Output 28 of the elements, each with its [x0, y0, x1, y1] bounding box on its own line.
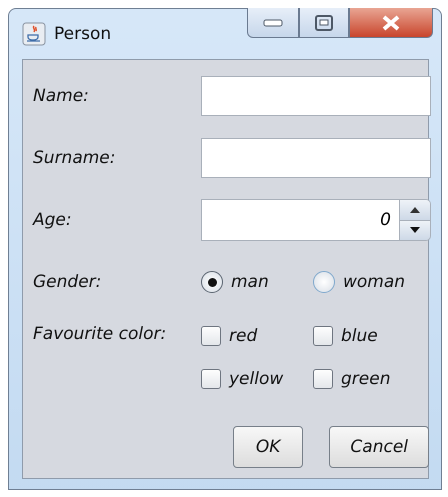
- close-icon: [381, 14, 401, 30]
- field-label: Surname:: [33, 147, 116, 170]
- gender-label: Gender:: [33, 271, 102, 294]
- field-label: Age:: [33, 209, 73, 232]
- text-field[interactable]: [201, 138, 431, 178]
- color-checkbox[interactable]: red: [201, 314, 313, 357]
- maximize-button[interactable]: [299, 8, 349, 38]
- dialog-button[interactable]: Cancel: [329, 426, 429, 468]
- color-label: Favourite color:: [33, 323, 168, 346]
- text-field[interactable]: [201, 76, 431, 116]
- color-checkbox[interactable]: blue: [313, 314, 431, 357]
- color-checkbox[interactable]: yellow: [201, 357, 313, 400]
- age-spinner[interactable]: 0: [201, 199, 431, 241]
- maximize-icon: [315, 14, 333, 30]
- dialog-button[interactable]: OK: [232, 426, 304, 468]
- field-label: Name:: [33, 85, 90, 108]
- gender-radio[interactable]: woman: [313, 262, 431, 302]
- minimize-icon: [263, 18, 283, 26]
- decrement-button[interactable]: [400, 220, 430, 240]
- up-arrow-icon: [410, 206, 420, 213]
- gender-radio[interactable]: man: [201, 262, 313, 302]
- minimize-button[interactable]: [247, 8, 299, 38]
- java-cup-icon: [22, 22, 46, 46]
- window-title: Person: [54, 24, 112, 44]
- color-checkbox[interactable]: green: [313, 357, 431, 400]
- increment-button[interactable]: [400, 200, 430, 220]
- down-arrow-icon: [410, 227, 420, 234]
- close-button[interactable]: [349, 8, 433, 38]
